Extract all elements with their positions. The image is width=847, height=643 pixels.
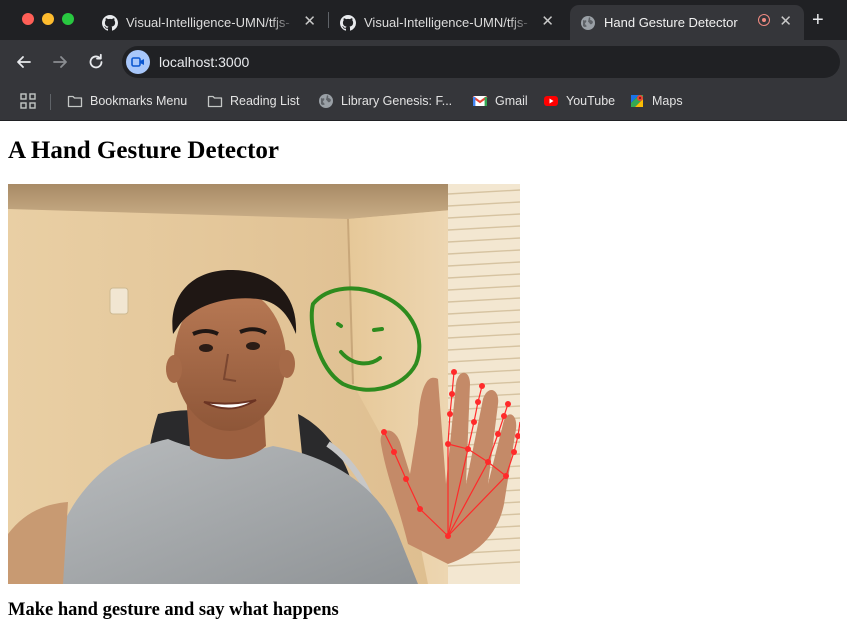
forward-arrow-icon[interactable]	[50, 52, 70, 72]
bookmark-label: YouTube	[566, 94, 616, 108]
tab-title: Visual-Intelligence-UMN/tfjs-	[126, 15, 290, 30]
url-text[interactable]: localhost:3000	[159, 54, 249, 70]
tab-github-2[interactable]: Visual-Intelligence-UMN/tfjs- ✕	[330, 5, 566, 40]
bookmark-label: Maps	[652, 94, 683, 108]
close-tab-icon[interactable]: ✕	[303, 13, 316, 31]
back-arrow-icon[interactable]	[14, 52, 34, 72]
gmail-icon	[472, 96, 488, 106]
page-content: A Hand Gesture Detector Make hand gestur…	[0, 121, 847, 643]
tab-divider	[328, 12, 329, 28]
bookmark-label: Reading List	[230, 94, 300, 108]
bookmark-youtube[interactable]: YouTube	[543, 93, 615, 109]
close-tab-icon[interactable]: ✕	[779, 13, 792, 31]
bookmark-maps[interactable]: Maps	[629, 93, 683, 109]
apps-grid-icon[interactable]	[20, 93, 36, 109]
maximize-window-button[interactable]	[62, 13, 74, 25]
bookmark-reading-list[interactable]: Reading List	[207, 93, 300, 109]
minimize-window-button[interactable]	[42, 13, 54, 25]
camera-in-use-icon[interactable]	[126, 50, 150, 74]
browser-window: Visual-Intelligence-UMN/tfjs- ✕ Visual-I…	[0, 0, 847, 643]
tab-title: Visual-Intelligence-UMN/tfjs-	[364, 15, 528, 30]
browser-toolbar: localhost:3000	[0, 40, 847, 84]
github-icon	[102, 14, 118, 31]
github-icon	[340, 14, 356, 31]
close-tab-icon[interactable]: ✕	[541, 13, 554, 31]
page-title: A Hand Gesture Detector	[8, 137, 280, 164]
maps-icon	[631, 95, 643, 107]
reload-icon[interactable]	[86, 52, 106, 72]
folder-icon	[207, 95, 223, 108]
address-bar[interactable]: localhost:3000	[122, 46, 840, 78]
globe-icon	[319, 94, 333, 108]
tab-title: Hand Gesture Detector	[604, 15, 738, 30]
bookmarks-bar: Bookmarks Menu Reading List Library Gene…	[0, 84, 847, 121]
tab-strip: Visual-Intelligence-UMN/tfjs- ✕ Visual-I…	[0, 0, 847, 40]
tab-github-1[interactable]: Visual-Intelligence-UMN/tfjs- ✕	[92, 5, 328, 40]
bookmark-library-genesis[interactable]: Library Genesis: F...	[318, 93, 452, 109]
folder-icon	[67, 95, 83, 108]
close-window-button[interactable]	[22, 13, 34, 25]
new-tab-button[interactable]: +	[812, 8, 824, 32]
bookmarks-divider	[50, 94, 51, 110]
webcam-video-feed	[8, 184, 520, 584]
bookmark-label: Bookmarks Menu	[90, 94, 188, 108]
youtube-icon	[544, 96, 558, 106]
globe-icon	[581, 15, 595, 30]
bookmark-bookmarks-menu[interactable]: Bookmarks Menu	[67, 93, 187, 109]
page-caption: Make hand gesture and say what happens	[8, 600, 339, 620]
recording-indicator-icon	[758, 14, 770, 26]
bookmark-label: Gmail	[495, 94, 528, 108]
tab-hand-gesture-detector[interactable]: Hand Gesture Detector ✕	[570, 5, 804, 40]
bookmark-gmail[interactable]: Gmail	[472, 93, 528, 109]
bookmark-label: Library Genesis: F...	[341, 94, 453, 108]
